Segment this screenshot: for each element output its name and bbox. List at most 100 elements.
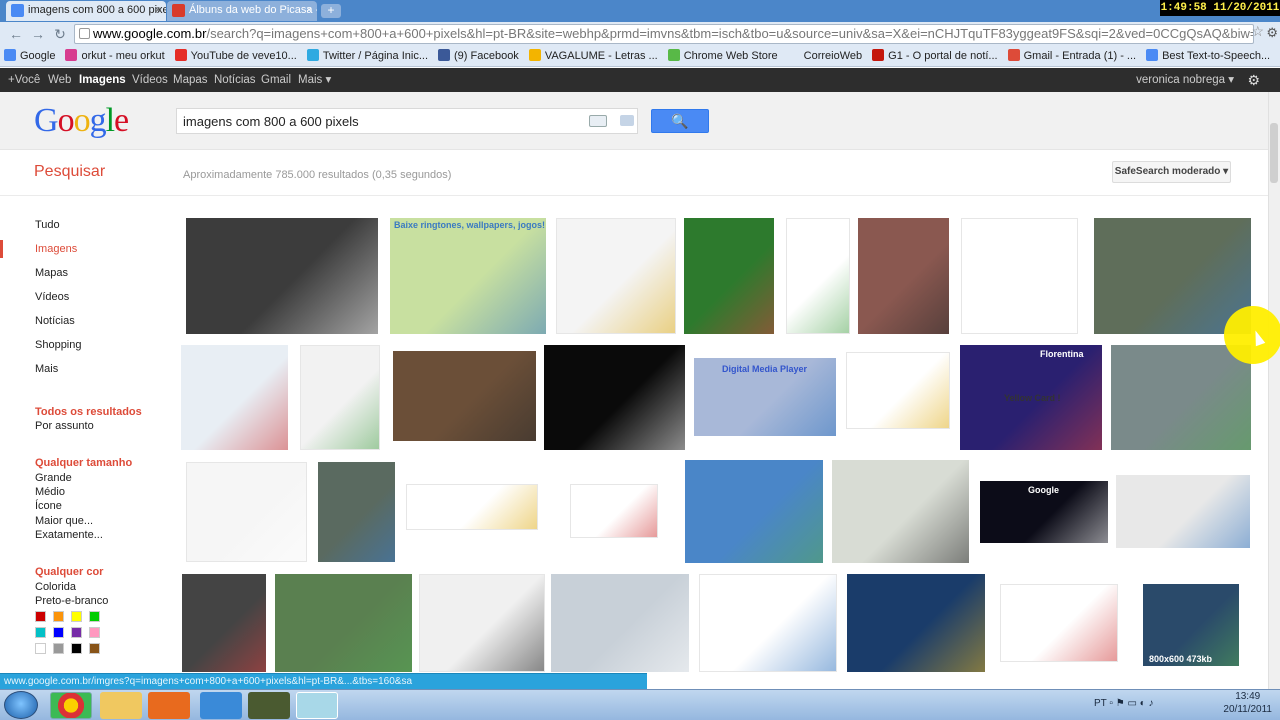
bookmark-item[interactable]: YouTube de veve10... (171, 46, 303, 66)
recorder-taskbar-icon[interactable] (248, 692, 290, 719)
color-swatch[interactable] (53, 611, 64, 622)
color-swatch[interactable] (89, 643, 100, 654)
back-button[interactable]: ← (8, 26, 24, 42)
filter-all-results[interactable]: Todos os resultados (35, 406, 142, 418)
close-tab-icon[interactable]: × (306, 1, 312, 20)
safesearch-dropdown[interactable]: SafeSearch moderado ▾ (1112, 161, 1231, 183)
nav-noticias[interactable]: Notícias (35, 315, 75, 327)
color-swatch[interactable] (35, 643, 46, 654)
gbar-videos[interactable]: Vídeos (132, 68, 168, 92)
image-result[interactable] (556, 218, 676, 334)
close-tab-icon[interactable]: × (155, 1, 161, 20)
image-result[interactable] (832, 460, 969, 563)
image-result[interactable] (275, 574, 412, 672)
new-tab-button[interactable]: + (321, 4, 341, 18)
gbar-gmail[interactable]: Gmail (261, 68, 291, 92)
nav-shopping[interactable]: Shopping (35, 339, 82, 351)
bookmark-item[interactable]: Google (0, 46, 61, 66)
camera-search-icon[interactable] (620, 115, 634, 126)
gbar-mapas[interactable]: Mapas (173, 68, 208, 92)
image-result[interactable] (300, 345, 380, 450)
nav-mapas[interactable]: Mapas (35, 267, 68, 279)
image-result[interactable] (1000, 584, 1118, 662)
filter-size-medio[interactable]: Médio (35, 486, 65, 498)
image-result[interactable] (1116, 475, 1250, 548)
filter-size-exatamente[interactable]: Exatamente... (35, 529, 103, 541)
search-input[interactable] (177, 109, 577, 133)
search-button[interactable]: 🔍 (651, 109, 709, 133)
image-result[interactable]: Florentina Yellow Card ! (960, 345, 1102, 450)
image-result[interactable] (961, 218, 1078, 334)
filter-size-grande[interactable]: Grande (35, 472, 72, 484)
forward-button[interactable]: → (30, 26, 46, 42)
image-result[interactable] (551, 574, 689, 672)
language-indicator[interactable]: PT (1094, 698, 1107, 709)
bookmark-item[interactable]: orkut - meu orkut (61, 46, 170, 66)
image-result[interactable] (685, 460, 823, 563)
image-result[interactable] (182, 574, 266, 672)
address-bar[interactable]: www.google.com.br/search?q=imagens+com+8… (74, 24, 1254, 44)
color-swatch[interactable] (35, 627, 46, 638)
image-result[interactable]: Digital Media Player (694, 358, 836, 436)
image-result[interactable]: 800x600 473kb (1143, 584, 1239, 666)
image-result[interactable] (186, 218, 378, 334)
image-result[interactable] (847, 574, 985, 672)
image-result[interactable] (1094, 218, 1251, 334)
image-result[interactable] (181, 345, 288, 450)
filter-size-any[interactable]: Qualquer tamanho (35, 457, 132, 469)
tab-google-images[interactable]: imagens com 800 a 600 pixe × (6, 1, 166, 21)
color-swatch[interactable] (53, 627, 64, 638)
gbar-plus-voce[interactable]: +Você (8, 68, 40, 92)
wrench-menu-icon[interactable]: ⚙ (1266, 25, 1278, 41)
system-tray-icons[interactable]: PT ▫ ⚑ ▭ ◐ ♪ (1094, 698, 1154, 709)
filter-por-assunto[interactable]: Por assunto (35, 420, 94, 432)
image-result[interactable] (786, 218, 850, 334)
image-result[interactable]: Google (980, 481, 1108, 543)
chrome-taskbar-icon[interactable] (50, 692, 92, 719)
image-result[interactable] (318, 462, 395, 562)
media-player-taskbar-icon[interactable] (148, 692, 190, 719)
bookmark-item[interactable]: G1 - O portal de notí... (868, 46, 1003, 66)
bookmark-item[interactable]: Gmail - Entrada (1) - ... (1004, 46, 1142, 66)
image-result[interactable] (684, 218, 774, 334)
user-account-menu[interactable]: veronica nobrega ▾ (1136, 68, 1234, 92)
color-swatch[interactable] (53, 643, 64, 654)
filter-size-icone[interactable]: Ícone (35, 500, 62, 512)
image-result[interactable]: Baixe ringtones, wallpapers, jogos! (390, 218, 546, 334)
bookmark-item[interactable]: Twitter / Página Inic... (303, 46, 434, 66)
image-result[interactable] (186, 462, 307, 562)
color-swatch[interactable] (71, 627, 82, 638)
nav-tudo[interactable]: Tudo (35, 219, 60, 231)
bookmark-star-icon[interactable]: ☆ (1251, 23, 1264, 40)
color-swatch[interactable] (35, 611, 46, 622)
nav-imagens[interactable]: Imagens (35, 243, 77, 255)
color-swatch[interactable] (89, 627, 100, 638)
nav-mais[interactable]: Mais (35, 363, 58, 375)
image-result[interactable] (858, 218, 949, 334)
image-result[interactable] (406, 484, 538, 530)
app-taskbar-icon[interactable] (296, 692, 338, 719)
image-result[interactable] (699, 574, 837, 672)
image-result[interactable] (419, 574, 545, 672)
color-swatch[interactable] (71, 611, 82, 622)
system-clock[interactable]: 13:49 20/11/2011 (1223, 690, 1272, 720)
tab-picasa[interactable]: Álbuns da web do Picasa - × (167, 1, 317, 21)
image-result[interactable] (846, 352, 950, 429)
bookmark-item[interactable]: Best Text-to-Speech... (1142, 46, 1276, 66)
image-result[interactable] (570, 484, 658, 538)
color-swatch[interactable] (89, 611, 100, 622)
internet-explorer-taskbar-icon[interactable] (200, 692, 242, 719)
gbar-imagens[interactable]: Imagens (79, 68, 126, 92)
bookmark-item[interactable]: (9) Facebook (434, 46, 525, 66)
nav-videos[interactable]: Vídeos (35, 291, 69, 303)
search-box[interactable] (176, 108, 638, 134)
keyboard-icon[interactable] (589, 115, 607, 127)
gbar-web[interactable]: Web (48, 68, 71, 92)
settings-gear-icon[interactable]: ⚙ (1247, 68, 1260, 92)
reload-button[interactable]: ↻ (52, 26, 68, 42)
start-button[interactable] (4, 691, 38, 719)
image-result[interactable] (544, 345, 685, 450)
image-result[interactable] (1111, 345, 1251, 450)
color-swatch[interactable] (71, 643, 82, 654)
bookmark-item[interactable]: CorreioWeb (784, 46, 869, 66)
